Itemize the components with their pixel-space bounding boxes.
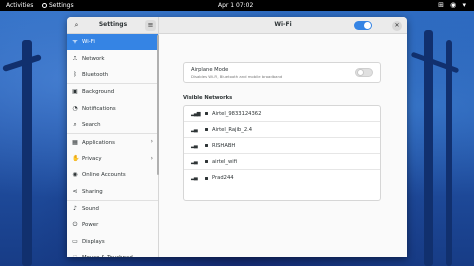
notifications-icon: ◔ xyxy=(72,104,78,112)
sidebar-item-label: Power xyxy=(82,222,99,229)
sidebar-item-network[interactable]: ⎍ Network xyxy=(67,50,158,66)
sidebar-item-bluetooth[interactable]: ᛒ Bluetooth xyxy=(67,67,158,83)
sidebar-item-label: Displays xyxy=(82,238,105,245)
sharing-icon: ⋖ xyxy=(72,187,78,195)
wifi-signal-icon: ▂▄ xyxy=(191,142,198,149)
sidebar-item-label: Wi-Fi xyxy=(82,39,95,46)
sidebar-item-label: Network xyxy=(82,55,105,62)
sidebar-item-sharing[interactable]: ⋖ Sharing xyxy=(67,184,158,200)
wallpaper-tree xyxy=(410,51,460,74)
power-icon: ⏻ xyxy=(72,221,78,229)
network-row[interactable]: ▂▄ Prad244 xyxy=(184,170,380,186)
wallpaper-tree xyxy=(446,40,452,266)
network-ssid: RISHABH xyxy=(212,142,236,149)
main-header: Wi-Fi ✕ xyxy=(159,17,407,34)
close-button[interactable]: ✕ xyxy=(392,21,402,31)
applications-icon: ▦ xyxy=(72,138,78,146)
wifi-icon: ᯤ xyxy=(72,38,78,46)
wifi-signal-icon: ▂▄ xyxy=(191,126,198,133)
settings-window: ⌕ Settings ≡ Wi-Fi ✕ ᯤ Wi-Fi ⎍ Network ᛒ Blue… xyxy=(67,17,407,257)
top-bar: Activities Settings Apr 1 07:02 ⊞ ◉ ▾ xyxy=(0,0,474,11)
chevron-right-icon: › xyxy=(150,138,153,146)
switch-knob xyxy=(357,69,364,76)
sidebar-item-search[interactable]: ⌕ Search xyxy=(67,117,158,133)
network-ssid: Prad244 xyxy=(212,175,234,181)
sidebar-item-label: Privacy xyxy=(82,155,102,162)
sidebar-item-privacy[interactable]: ✋ Privacy › xyxy=(67,151,158,167)
network-icon: ⎍ xyxy=(72,54,78,62)
wallpaper-tree xyxy=(424,30,433,266)
app-menu[interactable]: Settings xyxy=(42,2,74,9)
toggle-knob xyxy=(364,22,371,29)
sidebar-item-label: Bluetooth xyxy=(82,71,109,78)
wifi-panel: Airplane Mode Disables Wi-Fi, Bluetooth … xyxy=(159,34,407,257)
lock-icon xyxy=(205,144,208,147)
chevron-right-icon: › xyxy=(150,154,153,162)
privacy-icon: ✋ xyxy=(72,154,80,162)
sidebar-item-label: Applications xyxy=(82,139,115,146)
lock-icon xyxy=(205,160,208,163)
airplane-mode-subtitle: Disables Wi-Fi, Bluetooth and mobile bro… xyxy=(191,74,283,79)
hamburger-icon: ≡ xyxy=(147,21,154,29)
airplane-mode-title: Airplane Mode xyxy=(191,67,229,73)
clock[interactable]: Apr 1 07:02 xyxy=(218,2,253,9)
sidebar-item-label: Sound xyxy=(82,206,99,213)
airplane-mode-row: Airplane Mode Disables Wi-Fi, Bluetooth … xyxy=(183,62,381,83)
sidebar-item-sound[interactable]: ♪ Sound xyxy=(67,201,158,217)
network-ssid: Airtel_Rajib_2.4 xyxy=(212,126,253,133)
close-icon: ✕ xyxy=(394,22,400,29)
settings-gear-icon xyxy=(42,3,47,8)
sidebar-item-power[interactable]: ⏻ Power xyxy=(67,217,158,233)
sidebar-item-mouse-touchpad[interactable]: ◌ Mouse & Touchpad xyxy=(67,250,158,257)
activities-button[interactable]: Activities xyxy=(6,2,33,9)
sidebar: ᯤ Wi-Fi ⎍ Network ᛒ Bluetooth ▣ Background ◔ Noti… xyxy=(67,34,159,257)
wallpaper-tree xyxy=(22,40,32,266)
sidebar-item-wi-fi[interactable]: ᯤ Wi-Fi xyxy=(67,34,158,51)
network-ssid: airtel_wifi xyxy=(212,158,237,165)
sound-icon: ♪ xyxy=(73,205,77,213)
sidebar-header: ⌕ Settings ≡ xyxy=(67,17,159,34)
lock-icon xyxy=(205,176,208,180)
visible-networks-heading: Visible Networks xyxy=(183,95,233,101)
airplane-mode-switch[interactable] xyxy=(355,68,373,77)
sidebar-item-online-accounts[interactable]: ◉ Online Accounts xyxy=(67,167,158,183)
mouse-icon: ◌ xyxy=(72,255,78,257)
network-list: ▂▄▆ Airtel_9833124362 ▂▄ Airtel_Rajib_2.4 ▂▄… xyxy=(183,105,381,201)
sidebar-item-label: Mouse & Touchpad xyxy=(82,255,133,257)
sidebar-item-label: Online Accounts xyxy=(82,172,126,179)
sidebar-item-label: Search xyxy=(82,122,101,129)
background-icon: ▣ xyxy=(72,88,78,96)
lock-icon xyxy=(205,128,208,131)
wifi-signal-icon: ▂▄ xyxy=(191,158,198,165)
app-menu-label: Settings xyxy=(49,2,74,9)
sidebar-item-background[interactable]: ▣ Background xyxy=(67,84,158,100)
search-icon: ⌕ xyxy=(73,121,77,129)
system-status-icons[interactable]: ⊞ ◉ ▾ xyxy=(438,1,468,9)
sidebar-item-label: Sharing xyxy=(82,188,103,195)
network-row[interactable]: ▂▄ airtel_wifi xyxy=(184,154,380,170)
displays-icon: ▭ xyxy=(72,237,78,245)
sidebar-item-applications[interactable]: ▦ Applications › xyxy=(67,134,158,150)
wifi-signal-icon: ▂▄ xyxy=(191,175,198,181)
wifi-signal-icon: ▂▄▆ xyxy=(191,110,201,117)
sidebar-item-label: Background xyxy=(82,89,115,96)
network-row[interactable]: ▂▄ Airtel_Rajib_2.4 xyxy=(184,122,380,138)
wifi-toggle[interactable] xyxy=(354,21,372,30)
lock-icon xyxy=(205,112,208,115)
online-accounts-icon: ◉ xyxy=(72,171,78,179)
network-row[interactable]: ▂▄ RISHABH xyxy=(184,138,380,154)
bluetooth-icon: ᛒ xyxy=(73,70,77,78)
sidebar-item-notifications[interactable]: ◔ Notifications xyxy=(67,101,158,117)
sidebar-item-label: Notifications xyxy=(82,105,116,112)
hamburger-menu-button[interactable]: ≡ xyxy=(145,20,156,31)
network-row[interactable]: ▂▄▆ Airtel_9833124362 xyxy=(184,106,380,122)
sidebar-item-displays[interactable]: ▭ Displays xyxy=(67,234,158,250)
network-ssid: Airtel_9833124362 xyxy=(212,110,262,117)
